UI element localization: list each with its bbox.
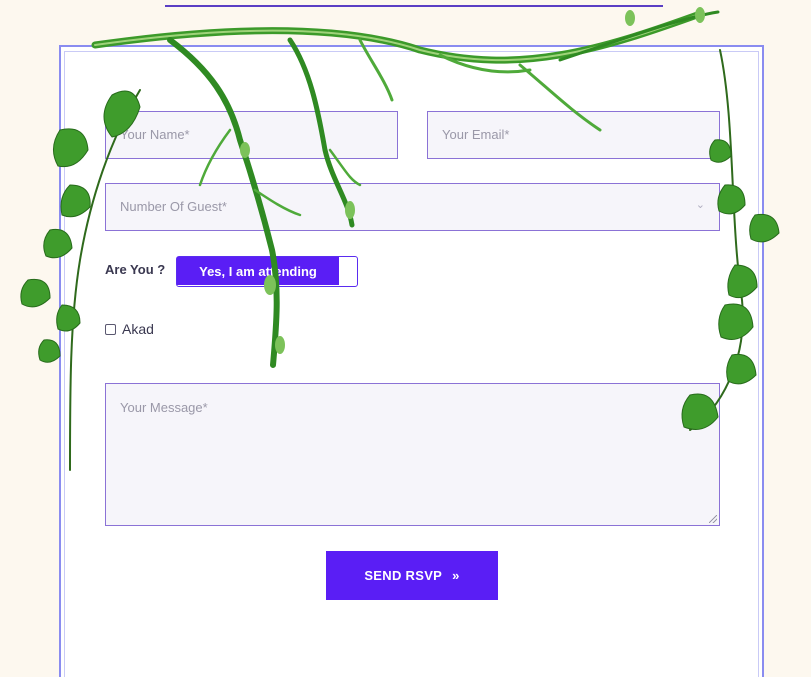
akad-option[interactable]: Akad [105,321,154,337]
decorative-divider [165,5,663,7]
name-input[interactable]: Your Name* [105,111,398,159]
attendance-toggle-label: Yes, I am attending [177,257,339,285]
akad-checkbox[interactable] [105,323,116,335]
attendance-toggle[interactable]: Yes, I am attending [176,256,358,287]
guest-count-select[interactable]: Number Of Guest* ⌄ [105,183,720,231]
message-placeholder: Your Message* [120,400,208,415]
send-rsvp-button[interactable]: SEND RSVP » [326,551,498,600]
attendance-label: Are You ? [105,262,166,277]
guest-placeholder: Number Of Guest* [120,199,227,214]
email-input[interactable]: Your Email* [427,111,720,159]
chevron-down-icon: ⌄ [695,199,705,211]
message-textarea[interactable]: Your Message* [105,383,720,526]
email-placeholder: Your Email* [442,127,510,142]
double-chevron-right-icon: » [452,568,460,583]
send-rsvp-label: SEND RSVP [364,568,443,583]
resize-handle-icon[interactable] [709,515,717,523]
akad-label: Akad [122,321,154,337]
name-placeholder: Your Name* [120,127,190,142]
